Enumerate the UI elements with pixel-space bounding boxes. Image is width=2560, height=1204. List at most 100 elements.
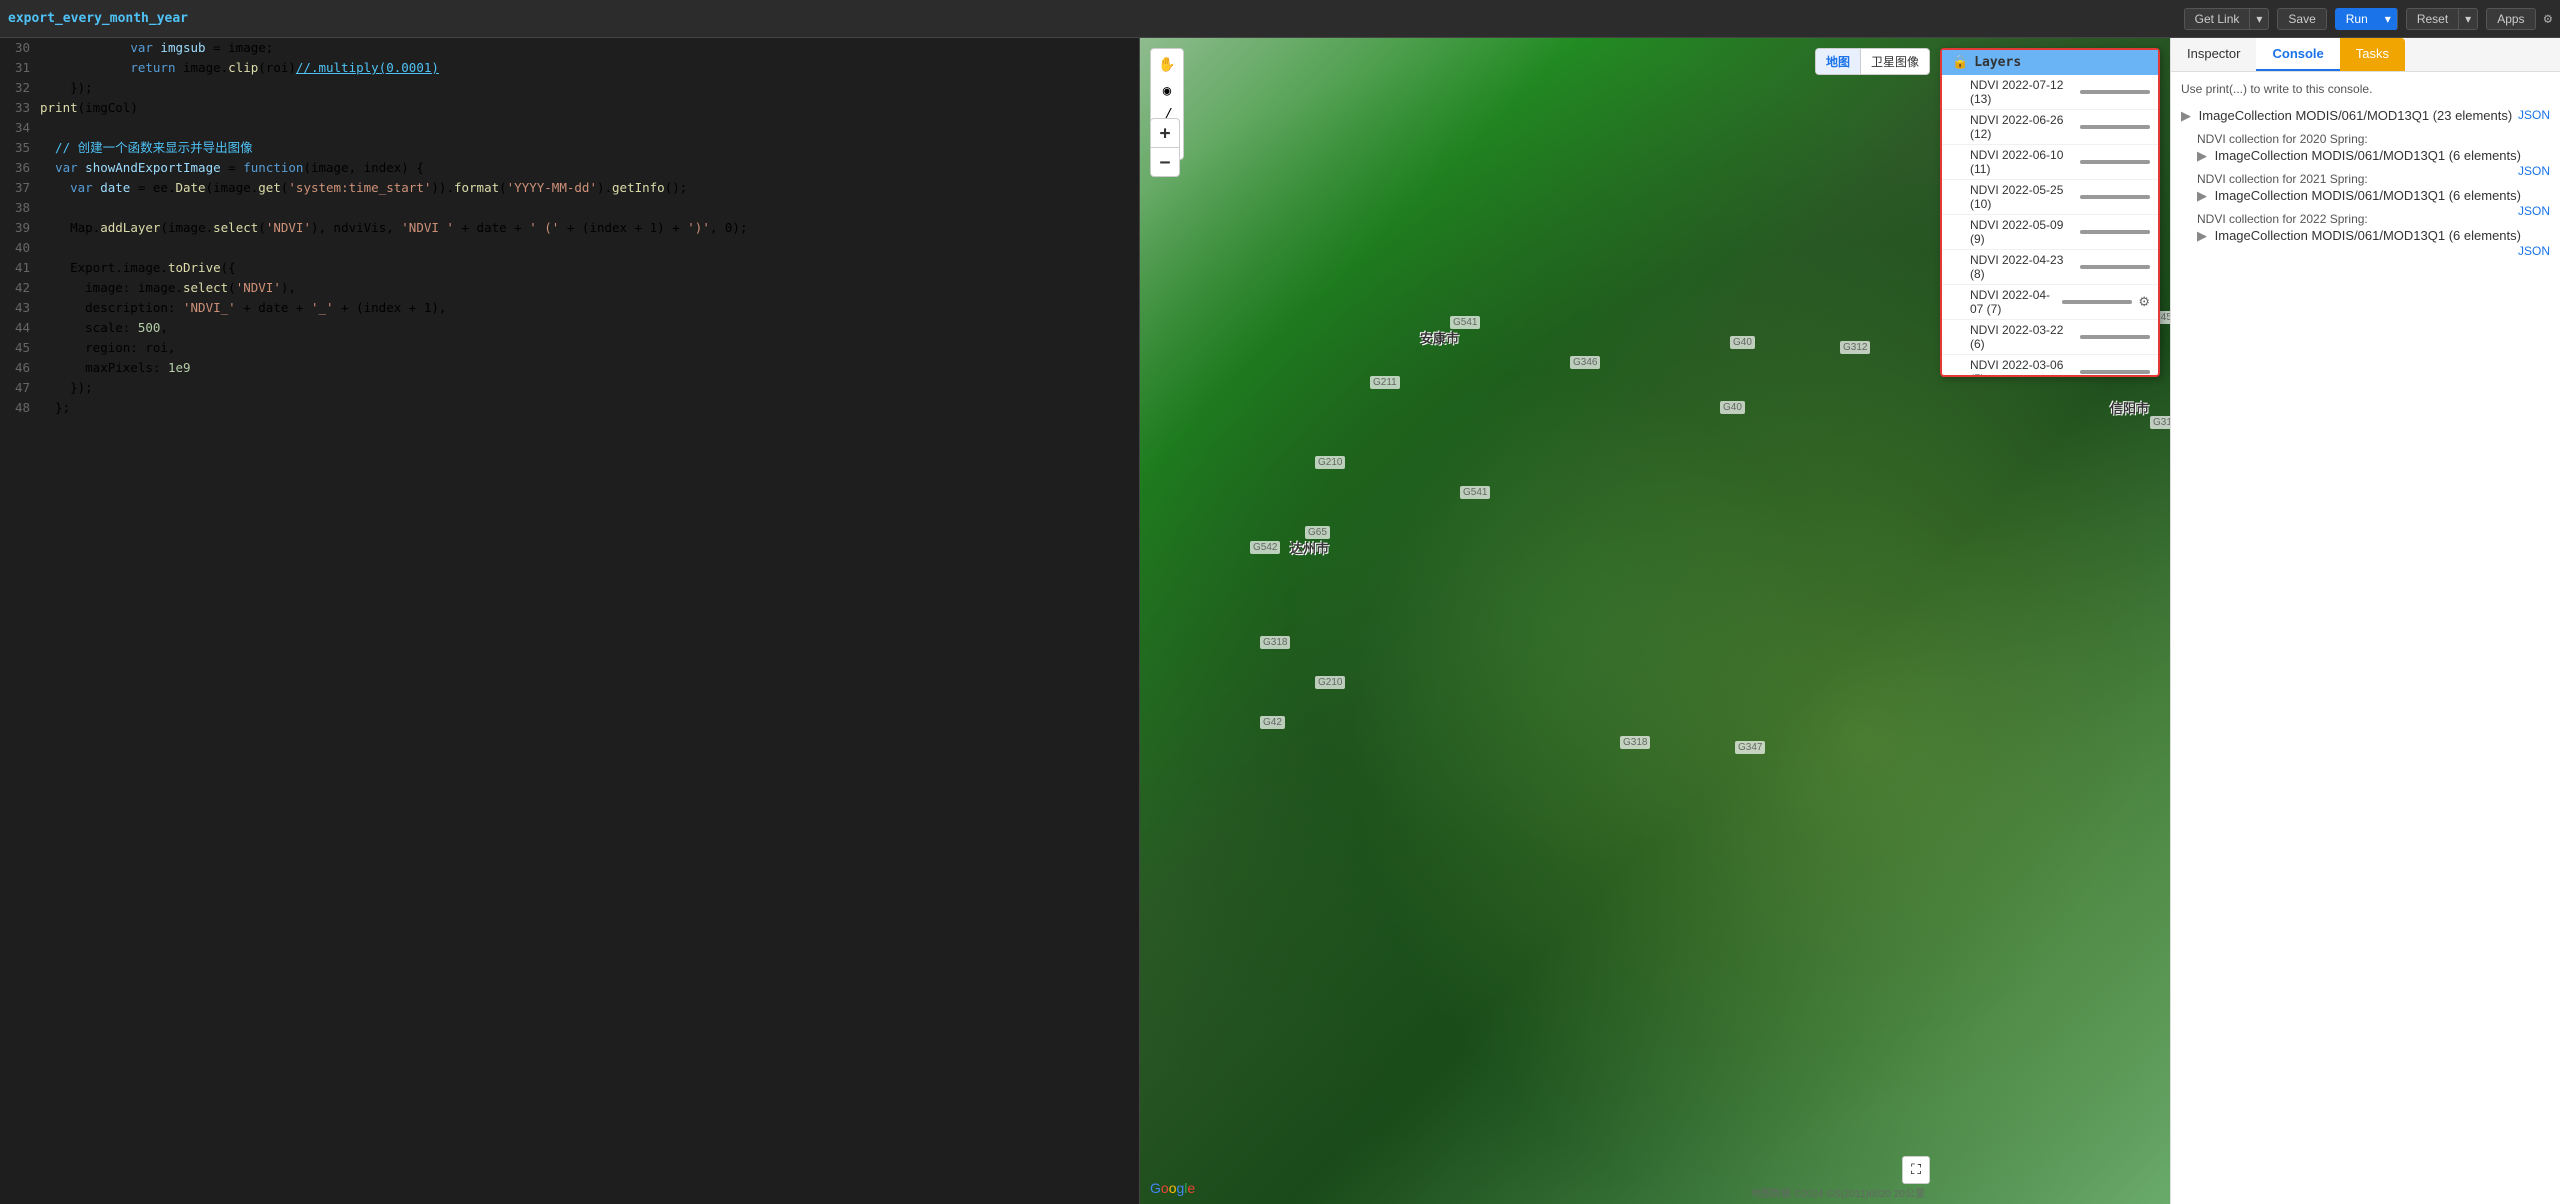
- layer-name: NDVI 2022-04-23 (8): [1970, 253, 2074, 281]
- layer-checkbox[interactable]: [1950, 190, 1964, 204]
- get-link-arrow[interactable]: ▾: [2249, 8, 2269, 30]
- code-line-40: 40: [0, 238, 1139, 258]
- arrow-icon-2021: ▶: [2197, 188, 2207, 203]
- collection-label-2021: ImageCollection MODIS/061/MOD13Q1 (6 ele…: [2215, 188, 2521, 203]
- layers-list[interactable]: NDVI 2022-07-12 (13) NDVI 2022-06-26 (12…: [1942, 75, 2158, 375]
- run-button[interactable]: Run: [2335, 8, 2378, 30]
- json-link-2021[interactable]: JSON: [2518, 204, 2550, 218]
- zoom-in-button[interactable]: +: [1151, 119, 1179, 147]
- layer-item[interactable]: NDVI 2022-04-07 (7) ⚙: [1942, 285, 2158, 320]
- code-line-43: 43 description: 'NDVI_' + date + '_' + (…: [0, 298, 1139, 318]
- layer-name: NDVI 2022-03-06 (5): [1970, 358, 2074, 375]
- layer-checkbox[interactable]: [1950, 155, 1964, 169]
- code-line-34: 34: [0, 118, 1139, 138]
- layer-name: NDVI 2022-03-22 (6): [1970, 323, 2074, 351]
- code-line-38: 38: [0, 198, 1139, 218]
- get-link-group: Get Link ▾: [2184, 8, 2270, 30]
- code-line-31: 31 return image.clip(roi)//.multiply(0.0…: [0, 58, 1139, 78]
- reset-arrow[interactable]: ▾: [2458, 8, 2478, 30]
- code-line-42: 42 image: image.select('NDVI'),: [0, 278, 1139, 298]
- layer-checkbox[interactable]: [1950, 365, 1964, 375]
- layer-item[interactable]: NDVI 2022-07-12 (13): [1942, 75, 2158, 110]
- layer-checkbox[interactable]: [1950, 85, 1964, 99]
- point-tool-button[interactable]: ◉: [1155, 79, 1179, 103]
- tab-console[interactable]: Console: [2256, 38, 2339, 71]
- code-line-35: 35 // 创建一个函数来显示并导出图像: [0, 138, 1139, 158]
- arrow-icon: ▶: [2181, 108, 2191, 123]
- map-type-standard[interactable]: 地图: [1816, 49, 1861, 74]
- layer-opacity-slider[interactable]: [2080, 335, 2150, 339]
- code-line-39: 39 Map.addLayer(image.select('NDVI'), nd…: [0, 218, 1139, 238]
- layer-checkbox[interactable]: [1950, 330, 1964, 344]
- layer-item[interactable]: NDVI 2022-03-06 (5): [1942, 355, 2158, 375]
- code-line-45: 45 region: roi,: [0, 338, 1139, 358]
- layer-checkbox[interactable]: [1950, 260, 1964, 274]
- json-link-2020[interactable]: JSON: [2518, 164, 2550, 178]
- layer-item[interactable]: NDVI 2022-05-25 (10): [1942, 180, 2158, 215]
- map-type-satellite[interactable]: 卫星图像: [1861, 49, 1929, 74]
- layer-item[interactable]: NDVI 2022-05-09 (9): [1942, 215, 2158, 250]
- get-link-button[interactable]: Get Link: [2184, 8, 2250, 30]
- map-panel[interactable]: ✋ ◉ ╱ ▭ + − 安康市 信阳市 达州市 铜陵市 池州市 安庆市 G541…: [1140, 38, 2170, 1204]
- collection-entry-2020[interactable]: ▶ ImageCollection MODIS/061/MOD13Q1 (6 e…: [2181, 148, 2550, 164]
- collection-entry[interactable]: ▶ ImageCollection MODIS/061/MOD13Q1 (23 …: [2181, 108, 2550, 124]
- collection-entry-2022[interactable]: ▶ ImageCollection MODIS/061/MOD13Q1 (6 e…: [2181, 228, 2550, 244]
- layer-settings-icon[interactable]: ⚙: [2138, 294, 2150, 310]
- layers-panel: 🔒 Layers NDVI 2022-07-12 (13) NDVI 2022-…: [1940, 48, 2160, 377]
- code-line-47: 47 });: [0, 378, 1139, 398]
- main-layout: 30 var imgsub = image; 31 return image.c…: [0, 38, 2560, 1204]
- layer-opacity-slider[interactable]: [2080, 195, 2150, 199]
- layer-opacity-slider[interactable]: [2080, 230, 2150, 234]
- layer-item[interactable]: NDVI 2022-03-22 (6): [1942, 320, 2158, 355]
- layer-item[interactable]: NDVI 2022-06-26 (12): [1942, 110, 2158, 145]
- code-line-37: 37 var date = ee.Date(image.get('system:…: [0, 178, 1139, 198]
- apps-button[interactable]: Apps: [2486, 8, 2535, 30]
- save-button[interactable]: Save: [2277, 8, 2326, 30]
- code-line-33: 33 print(imgCol): [0, 98, 1139, 118]
- tab-inspector[interactable]: Inspector: [2171, 38, 2256, 71]
- layers-title: Layers: [1974, 55, 2021, 70]
- sublabel-2021: NDVI collection for 2021 Spring:: [2197, 172, 2550, 186]
- json-link[interactable]: JSON: [2518, 108, 2550, 122]
- console-hint: Use print(...) to write to this console.: [2181, 82, 2550, 96]
- json-link-2022[interactable]: JSON: [2518, 244, 2550, 258]
- code-line-48: 48 };: [0, 398, 1139, 418]
- layer-checkbox[interactable]: [1950, 120, 1964, 134]
- code-line-36: 36 var showAndExportImage = function(ima…: [0, 158, 1139, 178]
- arrow-icon-2020: ▶: [2197, 148, 2207, 163]
- run-arrow[interactable]: ▾: [2378, 8, 2398, 30]
- script-title: export_every_month_year: [8, 11, 2176, 26]
- hand-tool-button[interactable]: ✋: [1155, 53, 1179, 77]
- layer-opacity-slider[interactable]: [2062, 300, 2132, 304]
- settings-icon[interactable]: ⚙: [2544, 11, 2552, 27]
- inspector-panel: Inspector Console Tasks Use print(...) t…: [2170, 38, 2560, 1204]
- layer-opacity-slider[interactable]: [2080, 370, 2150, 374]
- layer-name: NDVI 2022-06-26 (12): [1970, 113, 2074, 141]
- code-line-32: 32 });: [0, 78, 1139, 98]
- layer-opacity-slider[interactable]: [2080, 160, 2150, 164]
- layer-checkbox[interactable]: [1950, 295, 1964, 309]
- layer-opacity-slider[interactable]: [2080, 125, 2150, 129]
- code-editor[interactable]: 30 var imgsub = image; 31 return image.c…: [0, 38, 1139, 1204]
- collection-label-2020: ImageCollection MODIS/061/MOD13Q1 (6 ele…: [2215, 148, 2521, 163]
- code-line-30: 30 var imgsub = image;: [0, 38, 1139, 58]
- layer-item[interactable]: NDVI 2022-06-10 (11): [1942, 145, 2158, 180]
- map-type-buttons: 地图 卫星图像: [1815, 48, 1930, 75]
- layer-checkbox[interactable]: [1950, 225, 1964, 239]
- layer-opacity-slider[interactable]: [2080, 265, 2150, 269]
- reset-button[interactable]: Reset: [2406, 8, 2458, 30]
- map-copyright: 地图数据 ©2024 GS(2011)6020 20公里: [1751, 1185, 1925, 1200]
- run-group: Run ▾: [2335, 8, 2398, 30]
- layers-header: 🔒 Layers: [1942, 50, 2158, 75]
- google-logo: Google: [1150, 1180, 1195, 1196]
- fullscreen-button[interactable]: ⛶: [1902, 1156, 1930, 1184]
- reset-group: Reset ▾: [2406, 8, 2478, 30]
- tab-tasks[interactable]: Tasks: [2340, 38, 2405, 71]
- lock-icon: 🔒: [1952, 55, 1968, 70]
- zoom-out-button[interactable]: −: [1151, 148, 1179, 176]
- layer-item[interactable]: NDVI 2022-04-23 (8): [1942, 250, 2158, 285]
- code-line-44: 44 scale: 500,: [0, 318, 1139, 338]
- collection-entry-2021[interactable]: ▶ ImageCollection MODIS/061/MOD13Q1 (6 e…: [2181, 188, 2550, 204]
- console-entry-2020: NDVI collection for 2020 Spring: ▶ Image…: [2181, 132, 2550, 164]
- layer-opacity-slider[interactable]: [2080, 90, 2150, 94]
